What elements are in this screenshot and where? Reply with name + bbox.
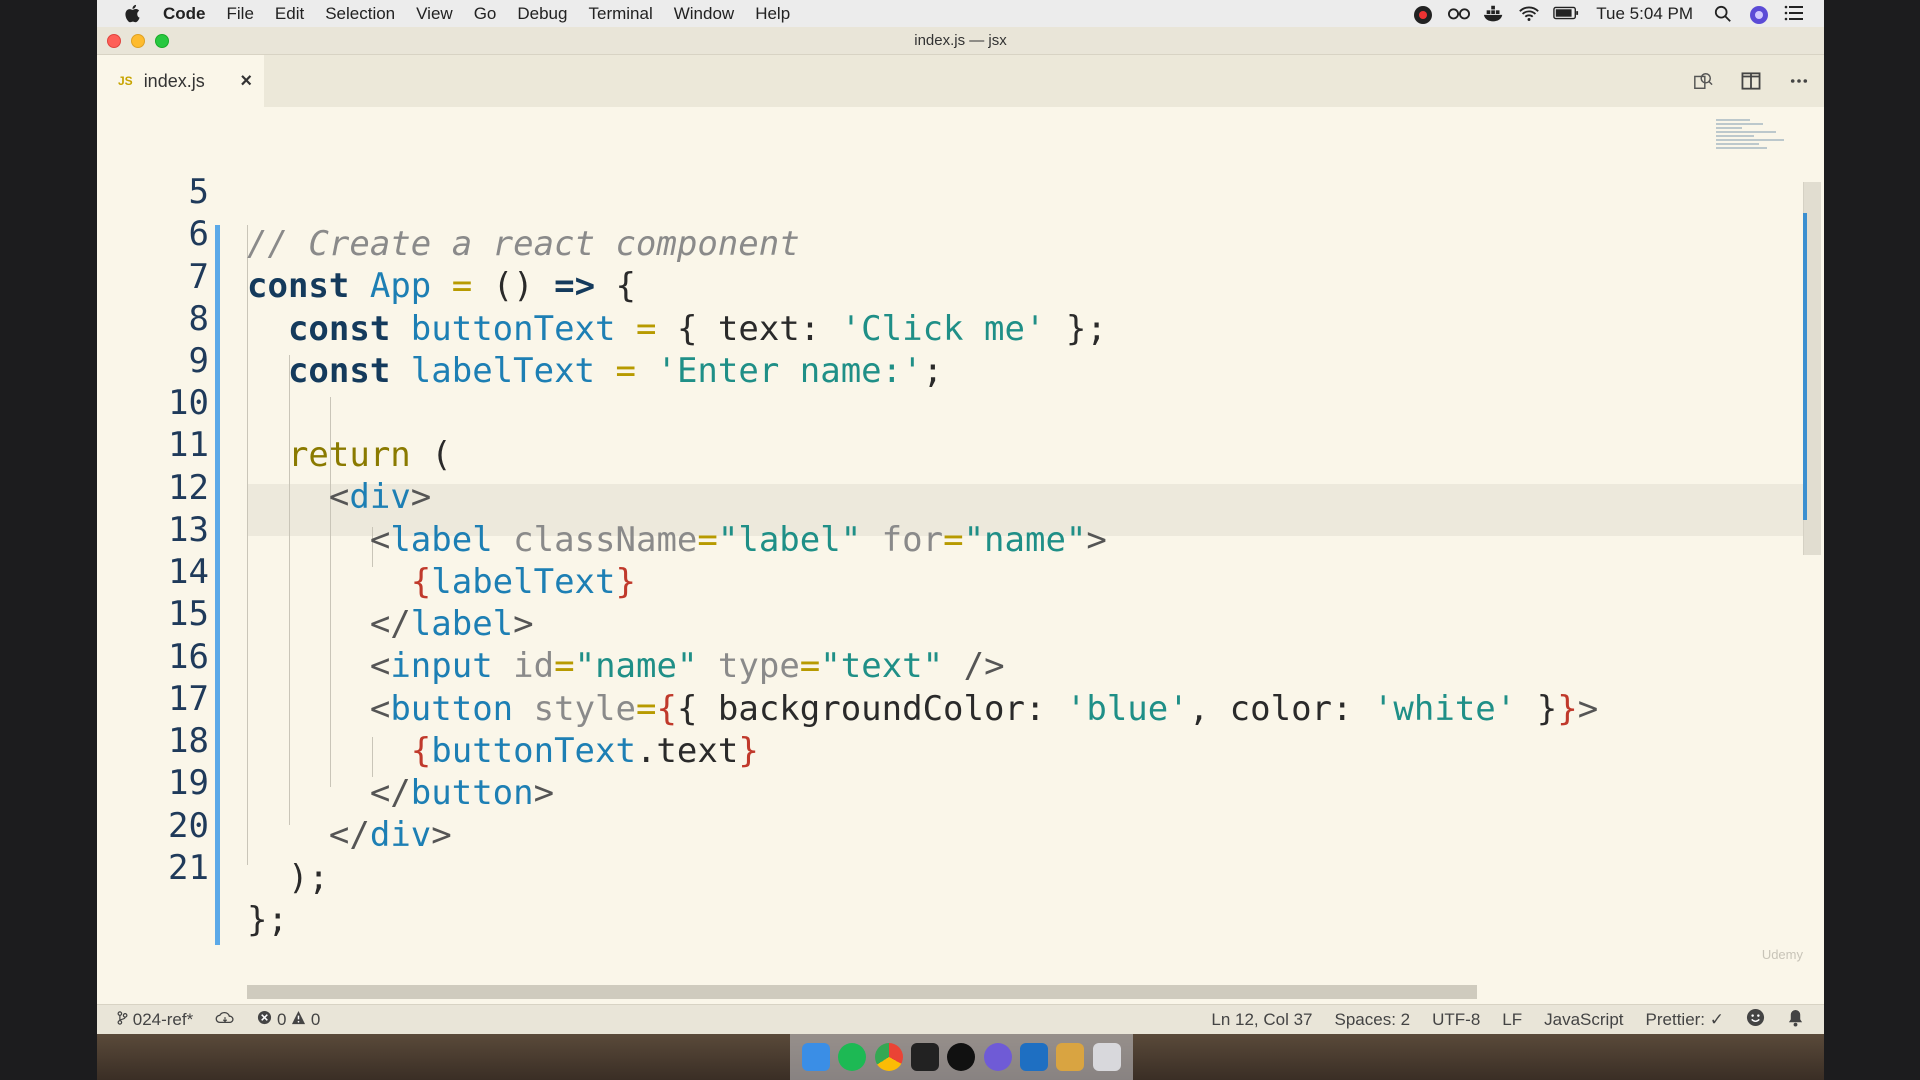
trash-icon[interactable] <box>1092 1043 1121 1071</box>
window-maximize-button[interactable] <box>155 34 169 48</box>
notification-center-icon[interactable] <box>1784 5 1806 23</box>
menubar-tray: Tue 5:04 PM <box>1413 4 1824 24</box>
tab-close-icon[interactable]: × <box>240 70 252 93</box>
screen-recorder-icon[interactable] <box>1413 5 1435 24</box>
menu-help[interactable]: Help <box>755 4 790 24</box>
obs-icon[interactable] <box>947 1043 976 1071</box>
editor-tab-bar: JS index.js × <box>97 55 1824 107</box>
vscode-icon[interactable] <box>1020 1043 1049 1071</box>
tab-filename: index.js <box>143 70 205 91</box>
javascript-file-icon: JS <box>118 74 133 88</box>
feedback-smiley-icon[interactable] <box>1746 1008 1765 1032</box>
error-count: 0 <box>276 1009 287 1029</box>
language-mode[interactable]: JavaScript <box>1544 1010 1623 1030</box>
error-icon <box>258 1010 272 1024</box>
branch-name: 024-ref* <box>132 1009 194 1029</box>
finder-icon[interactable] <box>802 1043 831 1071</box>
window-minimize-button[interactable] <box>131 34 145 48</box>
git-branch-status[interactable]: 024-ref* <box>117 1010 193 1030</box>
code-editor[interactable]: 5 // Create a react component 6 const Ap… <box>97 107 1821 1004</box>
sync-icon[interactable] <box>215 1010 235 1030</box>
battery-icon[interactable] <box>1553 5 1579 23</box>
warning-count: 0 <box>310 1009 321 1029</box>
file-encoding[interactable]: UTF-8 <box>1432 1010 1480 1030</box>
wifi-icon[interactable] <box>1518 5 1540 23</box>
docker-icon[interactable] <box>1483 5 1505 23</box>
code-line: 21 }; <box>97 790 1797 940</box>
warning-icon <box>292 1010 306 1024</box>
problems-status[interactable]: 0 0 <box>257 1010 320 1030</box>
spotlight-search-icon[interactable] <box>1714 5 1736 23</box>
status-bar: 024-ref* 0 0 Ln 12, Col 37 Spaces: 2 UTF… <box>97 1004 1824 1034</box>
editor-actions <box>1692 55 1824 107</box>
minimap[interactable] <box>1716 117 1801 177</box>
menu-terminal[interactable]: Terminal <box>588 4 652 24</box>
menu-file[interactable]: File <box>227 4 254 24</box>
more-actions-icon[interactable] <box>1788 70 1810 92</box>
horizontal-scrollbar[interactable] <box>247 985 1477 999</box>
window-close-button[interactable] <box>107 34 121 48</box>
chrome-icon[interactable] <box>874 1043 903 1071</box>
udemy-watermark: Udemy <box>1761 947 1803 962</box>
menu-window[interactable]: Window <box>674 4 734 24</box>
menu-app-code[interactable]: Code <box>163 4 206 24</box>
folder-icon[interactable] <box>1056 1043 1085 1071</box>
menu-edit[interactable]: Edit <box>275 4 304 24</box>
terminal-icon[interactable] <box>911 1043 940 1071</box>
split-editor-icon[interactable] <box>1740 70 1762 92</box>
menu-go[interactable]: Go <box>474 4 497 24</box>
menubar-clock[interactable]: Tue 5:04 PM <box>1596 4 1693 24</box>
spotify-icon[interactable] <box>838 1043 867 1071</box>
prettier-status[interactable]: Prettier: ✓ <box>1646 1010 1724 1030</box>
scroll-position-marker <box>1803 213 1807 520</box>
menu-debug[interactable]: Debug <box>517 4 567 24</box>
tab-index-js[interactable]: JS index.js × <box>97 55 264 107</box>
window-title: index.js — jsx <box>914 32 1007 49</box>
end-of-line[interactable]: LF <box>1502 1010 1522 1030</box>
window-titlebar: index.js — jsx <box>97 27 1824 55</box>
macos-dock <box>790 1034 1133 1080</box>
apple-menu-icon[interactable] <box>119 0 145 27</box>
siri-icon[interactable] <box>1749 5 1771 24</box>
notification-bell-icon[interactable] <box>1787 1008 1804 1032</box>
open-changes-icon[interactable] <box>1692 70 1714 92</box>
menu-view[interactable]: View <box>416 4 453 24</box>
macos-menubar: Code File Edit Selection View Go Debug T… <box>97 0 1824 27</box>
line-text: }; <box>247 900 288 940</box>
line-number: 21 <box>168 848 209 888</box>
menu-selection[interactable]: Selection <box>325 4 395 24</box>
glasses-icon[interactable] <box>1448 5 1471 23</box>
cursor-position[interactable]: Ln 12, Col 37 <box>1211 1010 1312 1030</box>
indentation-setting[interactable]: Spaces: 2 <box>1335 1010 1411 1030</box>
git-branch-icon <box>117 1010 128 1025</box>
vscode-window: index.js — jsx JS index.js × 5 // Create… <box>97 27 1824 1034</box>
pen-app-icon[interactable] <box>983 1043 1012 1071</box>
